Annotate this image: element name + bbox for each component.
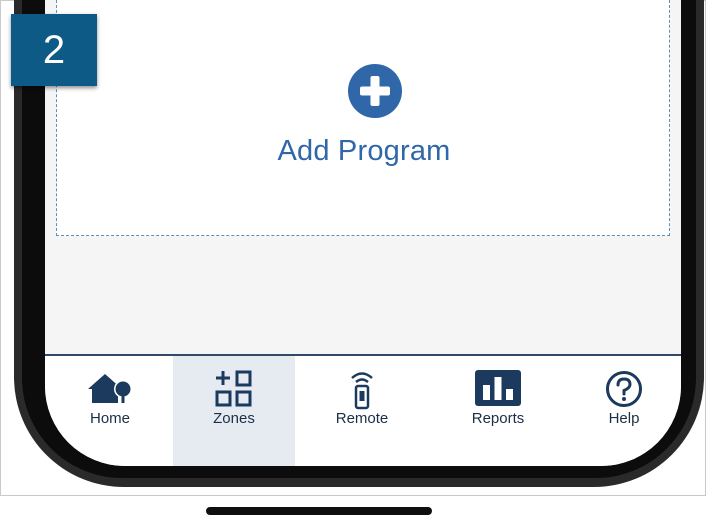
plus-circle-icon[interactable] (348, 64, 402, 118)
tab-label: Home (89, 410, 130, 427)
question-circle-icon (606, 371, 642, 407)
tab-label: Help (608, 410, 640, 427)
tab-help[interactable]: Help (563, 356, 681, 466)
tab-home[interactable]: Home (49, 356, 171, 466)
tab-zones[interactable]: Zones (173, 356, 295, 466)
bottom-tab-bar: Home Zones Remote Reports Help (45, 354, 681, 466)
add-program-label[interactable]: Add Program (57, 135, 671, 168)
tab-label: Reports (471, 410, 525, 427)
tab-label: Remote (335, 410, 389, 427)
bar-chart-icon (475, 370, 521, 406)
house-tree-icon (88, 374, 132, 403)
tab-reports[interactable]: Reports (437, 356, 559, 466)
tab-remote[interactable]: Remote (301, 356, 423, 466)
zones-grid-icon (215, 370, 252, 407)
remote-control-icon (351, 372, 373, 410)
phone-screen: Add Program Home Zones Remote Reports He… (45, 0, 681, 466)
add-program-card[interactable]: Add Program (56, 0, 670, 236)
tab-label: Zones (213, 410, 255, 427)
step-number-badge: 2 (11, 14, 97, 86)
home-indicator[interactable] (206, 507, 432, 515)
